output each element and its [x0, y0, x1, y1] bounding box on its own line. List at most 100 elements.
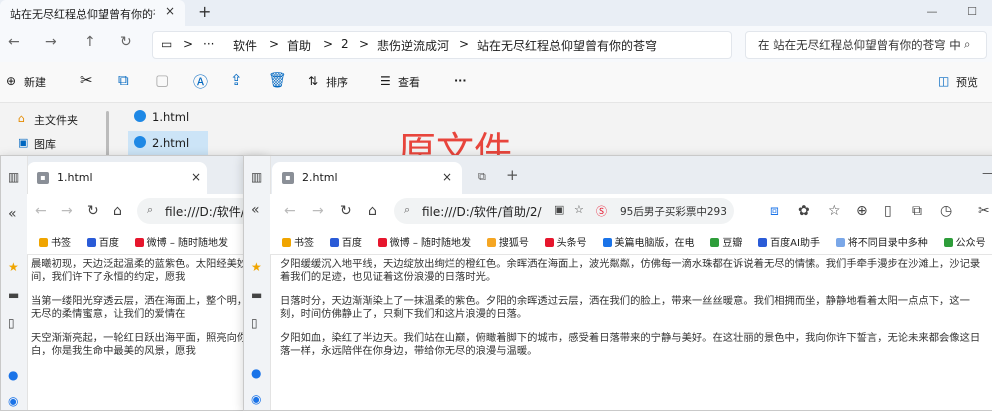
screenshot-icon[interactable]: ⧉ — [912, 203, 922, 219]
breadcrumb-item[interactable]: 软件 — [233, 37, 257, 54]
paragraph: 夕阳缓缓沉入地平线，天边绽放出绚烂的橙红色。余晖洒在海面上，波光粼粼，仿佛每一滴… — [280, 258, 981, 283]
breadcrumb-item[interactable]: 2 — [341, 37, 349, 51]
collapse-icon[interactable]: « — [251, 202, 260, 218]
close-tab-icon[interactable]: × — [442, 170, 452, 184]
collapse-icon[interactable]: « — [8, 206, 17, 222]
delete-icon[interactable]: 🗑 — [268, 71, 287, 89]
breadcrumb-item[interactable]: 站在无尽红程总仰望曾有你的苍穹 — [477, 37, 657, 54]
qr-icon[interactable]: ▣ — [554, 203, 564, 216]
refresh-icon[interactable]: ↻ — [120, 34, 132, 50]
home-icon[interactable]: ⌂ — [368, 203, 377, 219]
bookmark-item[interactable]: 公众号 — [943, 234, 986, 249]
refresh-icon[interactable]: ↻ — [340, 203, 352, 219]
file-item-selected[interactable]: 2.html — [128, 131, 208, 155]
sort-button[interactable]: 排序 — [326, 74, 348, 90]
up-icon[interactable]: ↑ — [84, 34, 96, 50]
tools-icon[interactable]: ✂ — [978, 203, 990, 219]
file-list: 1.html 2.html — [128, 103, 348, 163]
sidebar-item-home[interactable]: 主文件夹 — [34, 112, 78, 128]
bookmarks-bar: 书签 百度 微博 – 随时随地发 搜狐号 头条号 美篇电脑版，在电 豆瓣 百度A… — [270, 228, 992, 255]
download-icon[interactable]: ⊕ — [856, 203, 868, 219]
browser-tab-bar: ▪ 1.html × — [1, 156, 266, 194]
page-icon: ▪ — [37, 172, 49, 184]
star-icon[interactable]: ★ — [251, 260, 262, 274]
bookmark-item[interactable]: 百度AI助手 — [758, 234, 820, 249]
paste-icon[interactable]: ▢ — [155, 71, 169, 89]
bookmark-item[interactable]: 微博 – 随时随地发 — [134, 234, 228, 249]
breadcrumb-item[interactable]: 首助 — [287, 37, 311, 54]
sep: > — [359, 37, 370, 51]
back-icon[interactable]: ← — [35, 203, 47, 219]
sidebar-scrollbar[interactable] — [106, 111, 109, 159]
extension-icon[interactable]: ✿ — [798, 203, 810, 219]
home-icon[interactable]: ⌂ — [113, 203, 122, 219]
device-icon[interactable]: ▯ — [251, 316, 258, 330]
cut-icon[interactable]: ✂ — [80, 71, 93, 89]
bookmark-item[interactable]: 美篇电脑版，在电 — [602, 234, 695, 249]
explorer-nav-bar: ← → ↑ ↻ ▭ > ··· 软件 > 首助 > 2 > 悲伤逆流成河 > 站… — [0, 26, 992, 62]
sidebar-item-gallery[interactable]: 图库 — [34, 136, 56, 152]
assistant-icon[interactable]: ◉ — [8, 394, 18, 408]
search-app-icon[interactable]: ● — [8, 368, 18, 382]
more-crumbs[interactable]: ··· — [203, 37, 214, 51]
share-icon[interactable]: ⇪ — [230, 71, 243, 89]
minimize-button[interactable]: — — [912, 0, 952, 26]
forward-icon[interactable]: → — [45, 34, 57, 50]
tab-actions-icon[interactable]: ⧉ — [478, 170, 486, 184]
search-engine-icon[interactable]: Ⓢ — [596, 203, 607, 219]
new-tab-button[interactable]: + — [506, 166, 519, 184]
bookmark-item[interactable]: 书签 — [282, 234, 314, 249]
forward-icon[interactable]: → — [312, 203, 324, 219]
search-input[interactable]: 在 站在无尽红程总仰望曾有你的苍穹 中 ⌕ — [745, 31, 987, 59]
bookmark-item[interactable]: 头条号 — [544, 234, 587, 249]
maximize-button[interactable]: ☐ — [952, 0, 992, 26]
browser-tab[interactable]: ▪ 2.html × — [272, 162, 462, 194]
panel-icon[interactable]: ▥ — [8, 170, 19, 184]
preview-button[interactable]: 预览 — [956, 74, 978, 90]
bookmarks-bar: 书签 百度 微博 – 随时随地发 — [27, 228, 266, 255]
star-icon[interactable]: ★ — [8, 260, 19, 274]
folder-icon[interactable]: ▬ — [251, 288, 262, 302]
bookmark-item[interactable]: 书签 — [39, 234, 71, 249]
copy-icon[interactable]: ⧉ — [118, 71, 129, 89]
paragraph: 日落时分，天边渐渐染上了一抹温柔的紫色。夕阳的余晖透过云层，洒在我们的脸上，带来… — [280, 295, 970, 320]
bookmark-item[interactable]: 百度 — [86, 234, 119, 249]
assistant-icon[interactable]: ◉ — [251, 392, 261, 406]
file-item[interactable]: 1.html — [128, 105, 208, 129]
back-icon[interactable]: ← — [8, 34, 20, 50]
folder-icon[interactable]: ▬ — [8, 288, 19, 302]
breadcrumb-item[interactable]: 悲伤逆流成河 — [377, 37, 449, 54]
new-tab-button[interactable]: + — [198, 2, 211, 21]
favorites-icon[interactable]: ☆ — [828, 203, 841, 219]
hot-search-text[interactable]: 95后男子买彩票中293 — [620, 204, 727, 219]
history-icon[interactable]: ◷ — [940, 203, 952, 219]
bookmark-item[interactable]: 豆瓣 — [710, 234, 742, 249]
search-icon: ⌕ — [147, 203, 154, 216]
new-button[interactable]: 新建 — [24, 74, 46, 90]
panel-icon[interactable]: ▥ — [251, 170, 262, 184]
address-bar[interactable]: ▭ > ··· 软件 > 首助 > 2 > 悲伤逆流成河 > 站在无尽红程总仰望… — [152, 31, 732, 59]
collections-icon[interactable]: ▯ — [884, 203, 892, 219]
translate-icon[interactable]: ⧈ — [770, 203, 779, 219]
bookmark-item[interactable]: 搜狐号 — [486, 234, 529, 249]
url-bar[interactable]: ⌕ file:///D:/软件/首助/2/ ▣ ☆ Ⓢ 95后男子买彩票中293 — [394, 198, 734, 224]
rename-icon[interactable]: Ⓐ — [193, 71, 208, 92]
close-tab-icon[interactable]: × — [191, 170, 201, 184]
back-icon[interactable]: ← — [284, 203, 296, 219]
forward-icon[interactable]: → — [61, 203, 73, 219]
minimize-button[interactable]: — — [982, 166, 992, 181]
bookmark-item[interactable]: 百度 — [329, 234, 362, 249]
new-icon: ⊕ — [6, 74, 17, 88]
bookmark-star-icon[interactable]: ☆ — [574, 203, 584, 216]
more-options-button[interactable]: ··· — [454, 74, 467, 87]
browser-tab[interactable]: ▪ 1.html × — [27, 162, 207, 194]
browser-side-panel: ▥ « ★ ▬ ▯ ● ◉ — [1, 156, 28, 410]
device-icon[interactable]: ▯ — [8, 316, 15, 330]
view-button[interactable]: 查看 — [398, 74, 420, 90]
bookmark-item[interactable]: 微博 – 随时随地发 — [377, 234, 471, 249]
refresh-icon[interactable]: ↻ — [87, 203, 99, 219]
close-tab-icon[interactable]: × — [165, 4, 175, 18]
bookmark-item[interactable]: 将不同目录中多种 — [835, 234, 928, 249]
explorer-tab[interactable]: 站在无尽红程总仰望曾有你的苍穹 × — [0, 0, 185, 26]
search-app-icon[interactable]: ● — [251, 366, 261, 380]
